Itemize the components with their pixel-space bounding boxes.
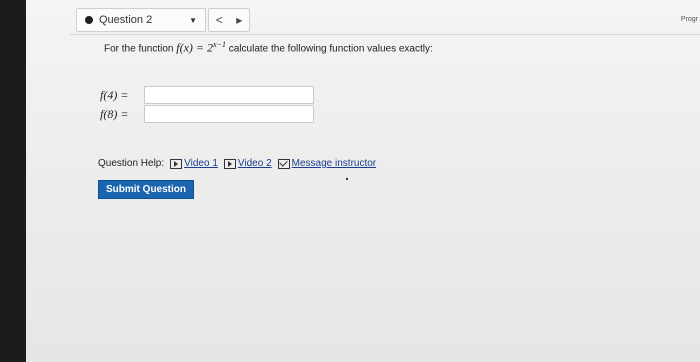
previous-question-button[interactable]: < bbox=[216, 13, 223, 27]
question-header: Question 2 ▼ < ▸ Progr bbox=[72, 6, 700, 32]
message-instructor-link[interactable]: Message instructor bbox=[277, 158, 377, 169]
answer-row-2: f(8) = bbox=[100, 105, 314, 123]
video-2-link[interactable]: Video 2 bbox=[223, 158, 272, 169]
video-1-link[interactable]: Video 1 bbox=[170, 158, 218, 169]
answer-input-1[interactable] bbox=[144, 86, 314, 104]
mouse-cursor bbox=[346, 178, 348, 180]
function-exponent: x−1 bbox=[213, 40, 226, 49]
status-dot-icon bbox=[85, 16, 93, 24]
video-1-label: Video 1 bbox=[184, 158, 218, 169]
question-nav: < ▸ bbox=[208, 8, 250, 32]
help-label: Question Help: bbox=[98, 158, 165, 169]
divider bbox=[70, 34, 700, 35]
video-icon bbox=[170, 158, 183, 169]
video-icon bbox=[223, 158, 236, 169]
chevron-down-icon: ▼ bbox=[189, 15, 197, 25]
question-label: Question 2 bbox=[99, 14, 153, 26]
answer-input-2[interactable] bbox=[144, 105, 314, 123]
question-selector[interactable]: Question 2 ▼ bbox=[76, 8, 206, 32]
mail-icon bbox=[277, 158, 290, 169]
answer-label-1: f(4) = bbox=[100, 87, 129, 102]
question-help: Question Help: Video 1 Video 2 Message i… bbox=[98, 158, 376, 169]
video-2-label: Video 2 bbox=[237, 158, 272, 169]
answer-label-2: f(8) = bbox=[100, 106, 129, 121]
question-suffix: calculate the following function values … bbox=[228, 43, 433, 55]
progress-label: Progr bbox=[680, 16, 698, 23]
message-instructor-label: Message instructor bbox=[291, 158, 377, 169]
function-expression: f(x) = 2 bbox=[176, 40, 214, 55]
screen: Question 2 ▼ < ▸ Progr For the function … bbox=[26, 0, 700, 362]
answer-row-1: f(4) = bbox=[100, 86, 314, 104]
next-question-button[interactable]: ▸ bbox=[236, 13, 242, 27]
question-prefix: For the function bbox=[104, 43, 177, 55]
submit-question-button[interactable]: Submit Question bbox=[98, 180, 194, 199]
question-text: For the function f(x) = 2x−1 calculate t… bbox=[104, 40, 433, 55]
